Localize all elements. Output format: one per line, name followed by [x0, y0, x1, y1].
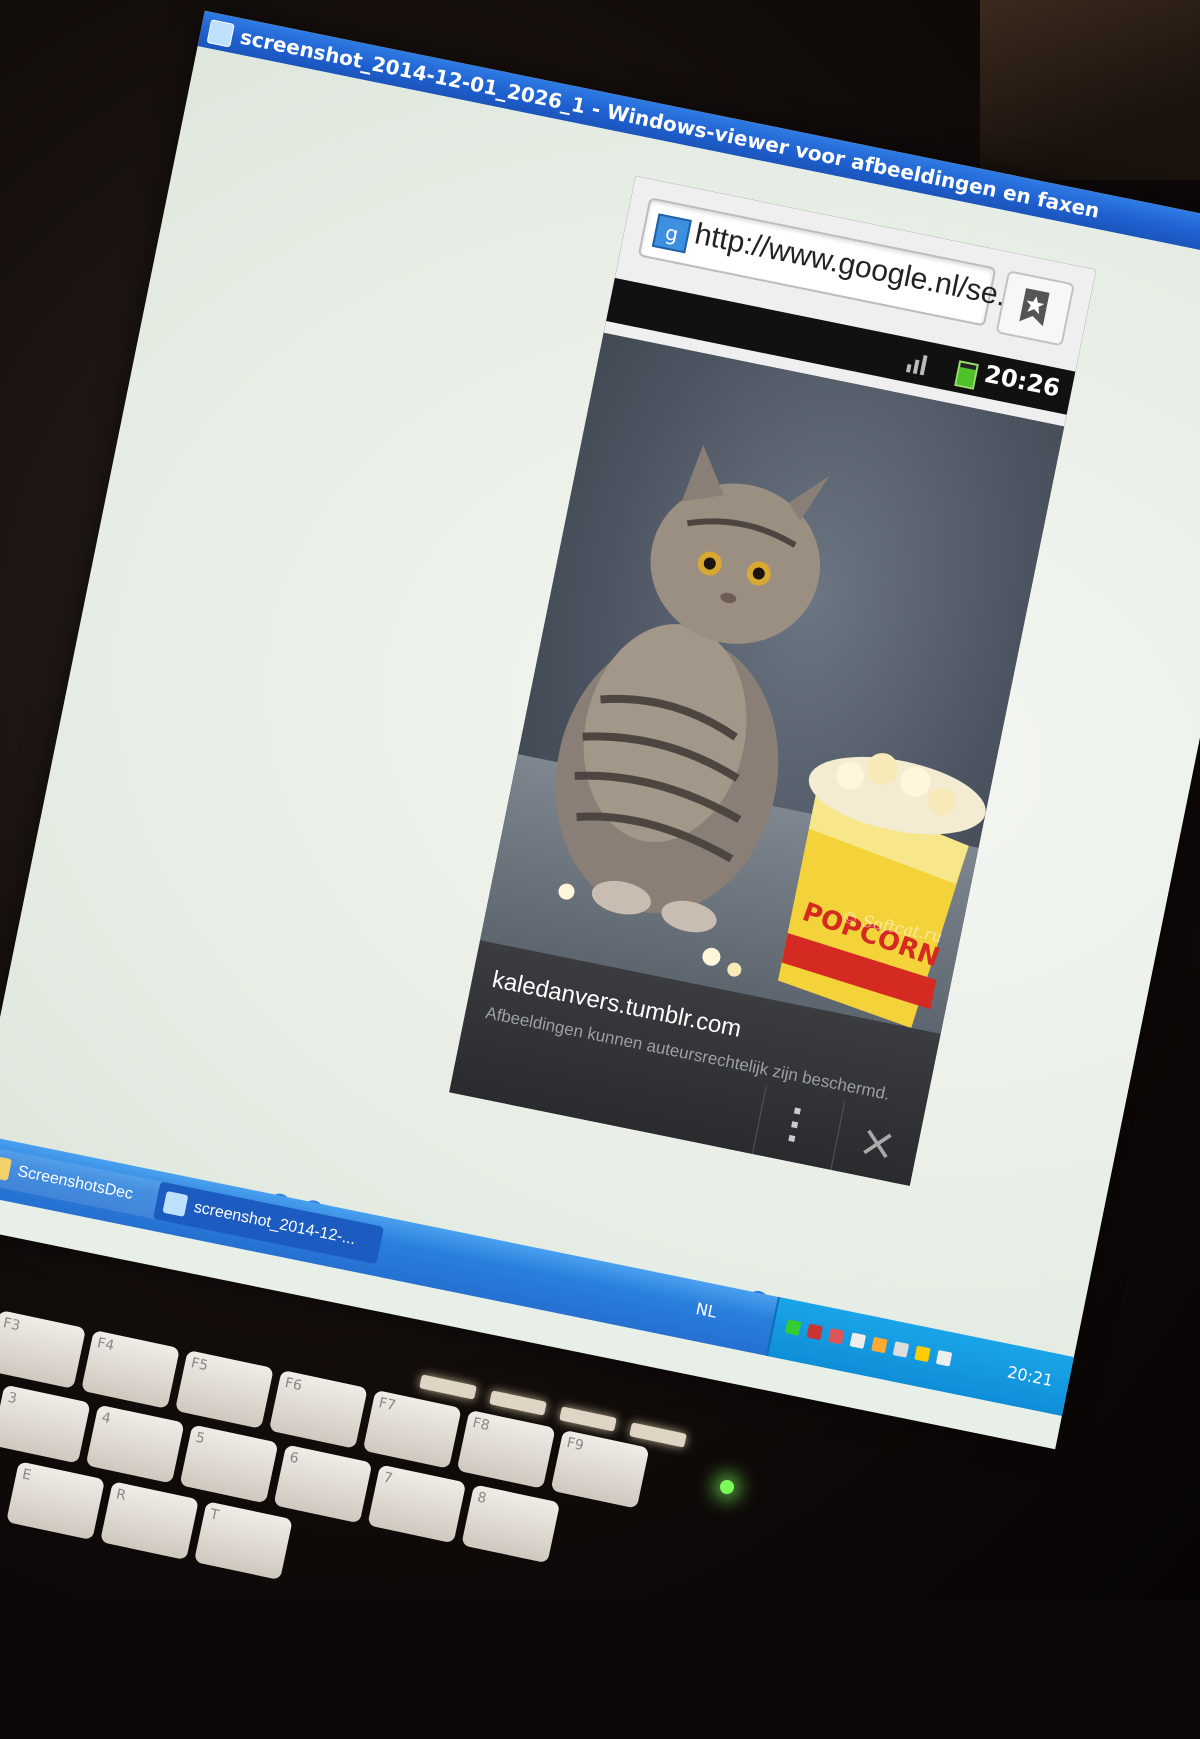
close-preview-button[interactable]: × [830, 1101, 924, 1186]
background-wall [980, 0, 1200, 180]
volume-icon[interactable] [849, 1332, 867, 1349]
network-icon[interactable] [806, 1323, 823, 1341]
power-led [720, 1480, 734, 1494]
taskbar-button-label: ScreenshotsDec [16, 1162, 135, 1204]
safely-remove-icon[interactable] [892, 1341, 910, 1358]
image-viewer-icon [206, 19, 235, 48]
status-time: 20:26 [981, 359, 1063, 403]
battery-icon [954, 360, 979, 390]
cat-popcorn-photo[interactable]: POPCORN © Softcat.ru [480, 332, 1065, 1035]
language-indicator[interactable]: NL [694, 1299, 718, 1322]
image-viewer-icon [162, 1190, 189, 1217]
tray-app-icon[interactable] [784, 1319, 802, 1336]
keyboard-key[interactable]: 7 [367, 1464, 467, 1544]
phone-screenshot: g http://www.google.nl/se... 20:26 POPCO… [449, 175, 1097, 1186]
menu-dot-icon [788, 1134, 796, 1142]
bookmark-button[interactable] [995, 270, 1075, 347]
overflow-menu-button[interactable] [751, 1085, 836, 1168]
tray-app-icon[interactable] [935, 1349, 953, 1367]
power-icon[interactable] [871, 1336, 888, 1354]
taskbar-button-label: screenshot_2014-12-... [192, 1198, 358, 1249]
keyboard-key[interactable]: T [193, 1501, 293, 1581]
keyboard-key[interactable]: 3 [0, 1384, 91, 1464]
keyboard-key[interactable]: 8 [461, 1484, 561, 1564]
keyboard-key[interactable]: 4 [85, 1404, 185, 1484]
url-text: http://www.google.nl/se... [691, 217, 1026, 317]
google-favicon-icon: g [651, 213, 692, 254]
network-icon[interactable] [828, 1328, 845, 1345]
folder-icon [0, 1155, 12, 1181]
signal-icon [905, 348, 936, 377]
menu-dot-icon [793, 1107, 801, 1115]
cat-illustration: POPCORN [555, 444, 986, 1029]
menu-dot-icon [791, 1121, 799, 1129]
taskbar-clock[interactable]: 20:21 [1006, 1362, 1055, 1390]
keyboard-key[interactable]: 6 [273, 1444, 373, 1524]
tray-app-icon[interactable] [914, 1345, 931, 1363]
bookmark-star-icon [1019, 288, 1050, 327]
laptop-screen: screenshot_2014-12-01_2026_1 - Windows-v… [0, 10, 1200, 1450]
keyboard-key[interactable]: R [99, 1481, 199, 1561]
keyboard-key[interactable]: E [6, 1461, 106, 1541]
keyboard-key[interactable]: 5 [179, 1424, 279, 1504]
image-viewer-canvas: g http://www.google.nl/se... 20:26 POPCO… [0, 46, 1200, 1358]
